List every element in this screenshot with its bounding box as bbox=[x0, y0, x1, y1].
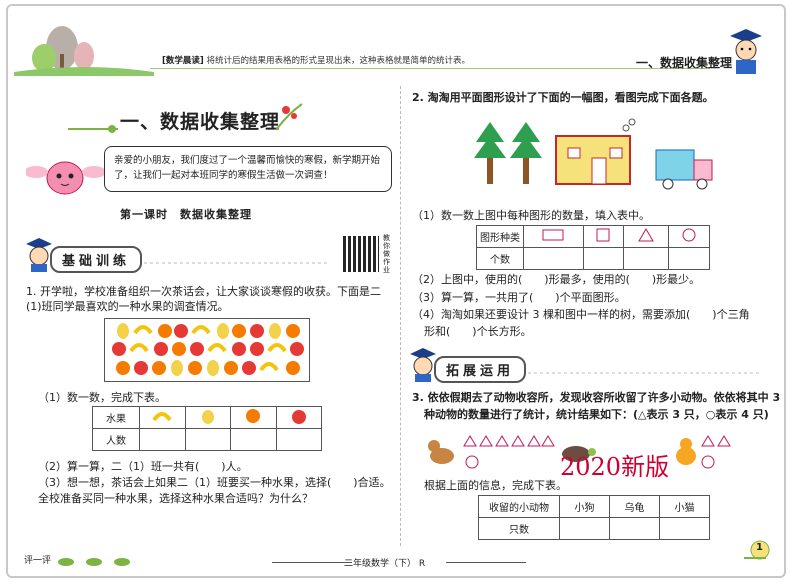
apple-icon bbox=[291, 410, 306, 424]
turtle-count-blank[interactable] bbox=[609, 517, 660, 540]
reading-label: [数学晨读] bbox=[162, 56, 204, 66]
rectangle-icon bbox=[542, 229, 564, 241]
q3-line1: 3. 依依假期去了动物收容所，发现收容所收留了许多小动物。依依将其中 3 bbox=[412, 391, 781, 404]
workbook-page: [数学晨读] 将统计后的结果用表格的形式呈现出来，这种表格就是简单的统计表。 一… bbox=[0, 0, 790, 581]
pear-icon bbox=[201, 410, 214, 424]
header-section-title: 一、数据收集整理 bbox=[636, 56, 733, 70]
reading-banner: [数学晨读] 将统计后的结果用表格的形式呈现出来，这种表格就是简单的统计表。 bbox=[162, 54, 470, 66]
footer-line-left bbox=[272, 562, 352, 563]
q2-sub4b: 形和( )个长方形。 bbox=[424, 325, 532, 338]
fruit-survey-box bbox=[104, 318, 310, 382]
q2-sub4a: （4）淘淘如果还要设计 3 棵和图中一样的树，需要添加( )个三角 bbox=[412, 308, 750, 321]
dog-count-blank[interactable] bbox=[559, 517, 610, 540]
q1-sub1: （1）数一数，完成下表。 bbox=[38, 391, 166, 404]
shape-count-label: 个数 bbox=[476, 247, 524, 270]
banana-count-blank[interactable] bbox=[139, 428, 186, 451]
dog-circles bbox=[465, 455, 479, 469]
animal-count-table: 收留的小动物 小狗 乌龟 小猫 只数 bbox=[478, 495, 710, 540]
title-left-flourish bbox=[68, 125, 118, 133]
footer-line-right bbox=[446, 562, 526, 563]
header-trees-illustration bbox=[14, 26, 154, 76]
header-rule bbox=[150, 68, 710, 69]
fruit-survey-illustration bbox=[112, 323, 304, 376]
tree-1 bbox=[474, 122, 506, 184]
turtle-triangles bbox=[541, 435, 555, 447]
page-title: 一、数据收集整理 bbox=[120, 111, 281, 133]
animal-header-1: 小狗 bbox=[559, 495, 610, 518]
column-divider bbox=[400, 86, 402, 546]
fruit-table-label: 水果 bbox=[92, 406, 140, 429]
section-badge-basic: 基础训练 bbox=[50, 246, 143, 273]
dog-icon bbox=[428, 440, 454, 464]
pink-mascot-icon bbox=[26, 161, 104, 195]
fruit-row-2 bbox=[112, 342, 304, 356]
dog-triangles bbox=[463, 435, 541, 447]
triangle-icon bbox=[638, 228, 655, 242]
speech-bubble-text: 亲爱的小朋友，我们度过了一个温馨而愉快的寒假，新学期开始了，让我们一起对本班同学… bbox=[114, 155, 381, 181]
footer-evaluate: 评一评 bbox=[24, 553, 134, 567]
circle-cell bbox=[668, 225, 710, 248]
count-table-label: 人数 bbox=[92, 428, 140, 451]
apple-count-blank[interactable] bbox=[275, 428, 322, 451]
orange-icon bbox=[246, 409, 261, 423]
question-2-text: 2. 淘淘用平面图形设计了下面的一幅图，看图完成下面各题。 bbox=[412, 91, 714, 104]
orange-count-blank[interactable] bbox=[230, 428, 277, 451]
pear-cell bbox=[184, 406, 231, 429]
triangle-cell bbox=[623, 225, 670, 248]
animal-header-2: 乌龟 bbox=[609, 495, 660, 518]
square-count-blank[interactable] bbox=[582, 247, 625, 270]
pear-count-blank[interactable] bbox=[184, 428, 231, 451]
apple-cell bbox=[275, 406, 322, 429]
circle-count-blank[interactable] bbox=[668, 247, 710, 270]
graduate-boy-icon bbox=[730, 29, 762, 74]
q3-line2: 种动物的数量进行了统计，统计结果如下：(△表示 3 只，○表示 4 只) bbox=[424, 408, 769, 421]
shape-count-table: 图形种类 个数 bbox=[476, 225, 710, 270]
lesson-heading: 第一课时 数据收集整理 bbox=[120, 208, 252, 221]
question-1-text: 1. 开学啦，学校准备组织一次茶话会，让大家谈谈寒假的收获。下面是二(1)班同学… bbox=[26, 285, 381, 313]
q2-sub2: （2）上图中，使用的( )形最多，使用的( )形最少。 bbox=[412, 273, 701, 286]
evaluate-frogs-icon[interactable] bbox=[54, 555, 134, 567]
q1-sub2: （2）算一算，二（1）班一共有( )人。 bbox=[38, 460, 248, 473]
watermark-text: 2020新版 bbox=[560, 453, 670, 481]
banana-cell bbox=[139, 406, 186, 429]
banana-icon bbox=[152, 412, 172, 422]
cat-shapes bbox=[701, 435, 731, 469]
reading-text: 将统计后的结果用表格的形式呈现出来，这种表格就是简单的统计表。 bbox=[206, 56, 470, 66]
house bbox=[555, 118, 636, 185]
fruit-row-3 bbox=[116, 360, 300, 376]
section-underline-2 bbox=[528, 372, 760, 374]
footer-evaluate-label: 评一评 bbox=[24, 556, 52, 566]
shape-design-illustration bbox=[474, 118, 713, 190]
cat-count-blank[interactable] bbox=[659, 517, 710, 540]
orange-cell bbox=[230, 406, 277, 429]
q2-sub3: （3）算一算，一共用了( )个平面图形。 bbox=[412, 291, 626, 304]
square-icon bbox=[596, 228, 610, 242]
tree-2 bbox=[510, 122, 542, 184]
berry-branch-icon bbox=[275, 103, 303, 131]
q2-sub1: （1）数一数上图中每种图形的数量，填入表中。 bbox=[412, 209, 650, 222]
fruit-row-1 bbox=[117, 323, 300, 339]
rectangle-cell bbox=[523, 225, 584, 248]
circle-icon bbox=[682, 228, 696, 242]
footer-book-title: 二年级数学（下） R bbox=[344, 559, 426, 569]
q1-sub3b: 全校准备买同一种水果，选择这种水果合适吗？为什么？ bbox=[38, 492, 313, 505]
qr-code[interactable] bbox=[343, 236, 379, 272]
triangle-count-blank[interactable] bbox=[623, 247, 670, 270]
animal-header-0: 收留的小动物 bbox=[478, 495, 560, 518]
section-badge-extension: 拓展运用 bbox=[434, 356, 527, 383]
animal-header-3: 小猫 bbox=[659, 495, 710, 518]
fruit-count-table: 水果 人数 bbox=[92, 406, 322, 451]
animal-count-label: 只数 bbox=[478, 517, 560, 540]
square-cell bbox=[582, 225, 625, 248]
page-number-badge: 1 bbox=[742, 538, 770, 560]
cat-icon bbox=[676, 438, 696, 465]
qr-caption: 教你做作业 bbox=[383, 234, 390, 274]
truck bbox=[655, 149, 713, 190]
section-underline bbox=[144, 262, 330, 264]
q3-note: 根据上面的信息，完成下表。 bbox=[424, 479, 567, 492]
shape-table-label: 图形种类 bbox=[476, 225, 524, 248]
q1-sub3a: （3）想一想，茶话会上如果二（1）班要买一种水果，选择( )合适。 bbox=[38, 476, 391, 489]
rectangle-count-blank[interactable] bbox=[523, 247, 584, 270]
page-number: 1 bbox=[756, 542, 763, 553]
